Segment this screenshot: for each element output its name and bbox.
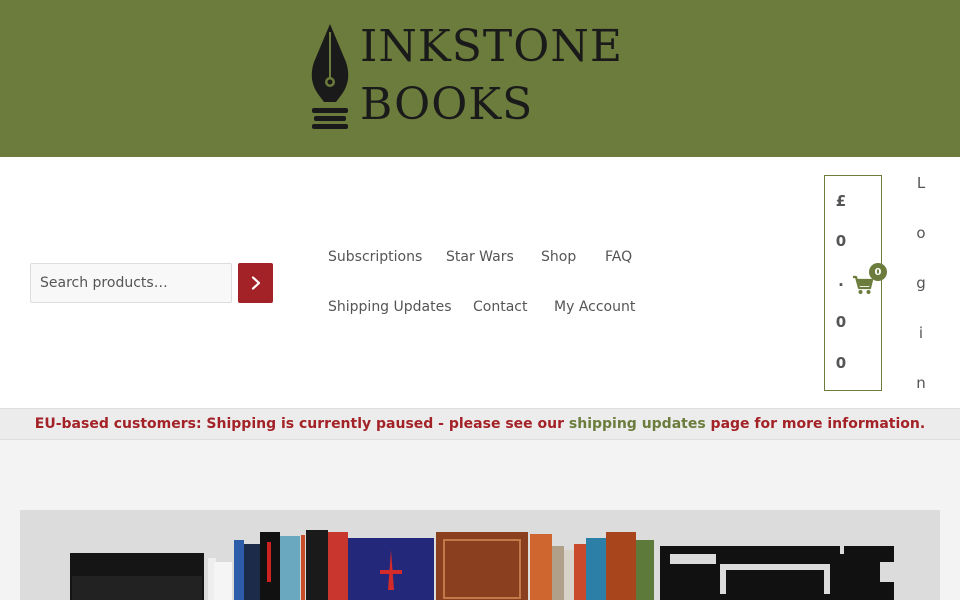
shipping-updates-link[interactable]: shipping updates [569,416,706,432]
notice-text-before: EU-based customers: Shipping is currentl… [34,416,569,432]
main-navbar: Subscriptions Star Wars Shop FAQ Shippin… [0,157,960,409]
nav-link-contact[interactable]: Contact [473,299,527,315]
cart-total-char: 0 [835,354,847,372]
login-link-char[interactable]: i [914,324,928,342]
nav-link-star-wars[interactable]: Star Wars [446,249,514,265]
cart-total-char: 0 [835,232,847,250]
cart-total-char: £ [835,192,847,210]
cart-total-char: 0 [835,313,847,331]
site-header: INKSTONE BOOKS [0,0,960,157]
nav-link-faq[interactable]: FAQ [605,249,632,265]
login-link-char[interactable]: o [914,224,928,242]
site-logo[interactable]: INKSTONE BOOKS [302,21,632,132]
nav-link-subscriptions[interactable]: Subscriptions [328,249,422,265]
chevron-right-icon [251,276,260,290]
nav-link-shipping-updates[interactable]: Shipping Updates [328,299,452,315]
logo-line-2: BOOKS [360,79,534,130]
cart-count-badge: 0 [869,263,887,281]
nav-link-shop[interactable]: Shop [541,249,576,265]
notice-text-after: page for more information. [705,416,926,432]
login-link-char[interactable]: g [914,274,928,292]
search-input[interactable] [30,263,232,303]
search-submit-button[interactable] [238,263,273,303]
cart-total-char: . [838,272,844,290]
fountain-pen-nib-icon [311,24,349,129]
books-banner-image [20,510,940,600]
nav-link-my-account[interactable]: My Account [554,299,635,315]
bookshelf-illustration [70,530,894,600]
shipping-notice-bar: EU-based customers: Shipping is currentl… [0,409,960,440]
login-link-char[interactable]: n [914,374,928,392]
logo-line-1: INKSTONE [360,21,623,72]
login-link-char[interactable]: L [914,174,928,192]
cart-button[interactable]: £ 0 . 0 0 0 [824,175,887,391]
